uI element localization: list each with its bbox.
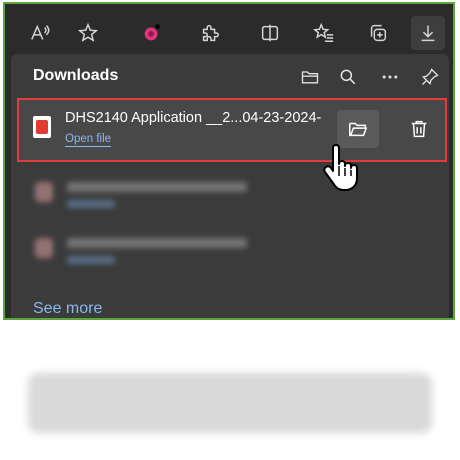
extension-badge-icon[interactable] [135, 16, 169, 50]
more-options-icon[interactable] [377, 64, 403, 90]
download-file-name[interactable]: DHS2140 Application __2...04-23-2024- [65, 110, 325, 126]
downloads-arrow-icon[interactable] [411, 16, 445, 50]
pdf-file-icon [33, 116, 51, 138]
browser-window: Downloads DHS2140 Application __2...04-2… [3, 2, 455, 320]
delete-download-button[interactable] [399, 110, 439, 148]
favorite-star-icon[interactable] [71, 16, 105, 50]
pin-icon[interactable] [417, 64, 443, 90]
search-icon[interactable] [335, 64, 361, 90]
browser-toolbar [5, 4, 453, 60]
collections-icon[interactable] [361, 16, 395, 50]
open-file-link[interactable]: Open file [65, 133, 112, 147]
read-aloud-icon[interactable] [23, 16, 57, 50]
downloads-panel: Downloads DHS2140 Application __2...04-2… [11, 54, 449, 318]
blurred-download-item [33, 234, 293, 274]
hand-pointer-cursor-icon [323, 144, 358, 191]
see-more-link[interactable]: See more [33, 300, 102, 318]
downloads-title: Downloads [33, 67, 119, 84]
download-item-highlighted[interactable]: DHS2140 Application __2...04-23-2024- Op… [17, 98, 447, 162]
favorites-list-icon[interactable] [307, 16, 341, 50]
open-folder-icon[interactable] [297, 64, 323, 90]
blurred-download-item [33, 178, 293, 218]
blurred-placeholder-bar [28, 373, 432, 433]
show-in-folder-button[interactable] [337, 110, 379, 148]
puzzle-extensions-icon[interactable] [193, 16, 227, 50]
split-screen-icon[interactable] [253, 16, 287, 50]
